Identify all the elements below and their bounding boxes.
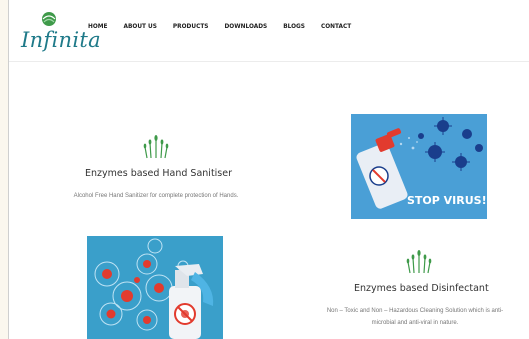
browser-viewport: Infinita HOME ABOUT US PRODUCTS DOWNLOAD… — [8, 0, 529, 339]
site-header: Infinita HOME ABOUT US PRODUCTS DOWNLOAD… — [9, 0, 529, 62]
product-title-disinfectant[interactable]: Enzymes based Disinfectant — [354, 283, 489, 294]
logo-globe-icon — [42, 12, 56, 26]
product-desc-disinfectant-line1: Non – Toxic and Non – Hazardous Cleaning… — [326, 308, 504, 314]
site-logo[interactable]: Infinita — [21, 10, 101, 56]
nav-blogs[interactable]: BLOGS — [283, 24, 305, 30]
nav-contact[interactable]: CONTACT — [321, 24, 351, 30]
main-nav: HOME ABOUT US PRODUCTS DOWNLOADS BLOGS C… — [88, 24, 367, 30]
disinfect-spray-image — [87, 236, 223, 339]
product-desc-disinfectant-line2: microbial and anti-viral in nature. — [371, 320, 459, 326]
product-title-sanitiser[interactable]: Enzymes based Hand Sanitiser — [85, 168, 232, 179]
nav-home[interactable]: HOME — [88, 24, 108, 30]
stop-virus-text: STOP VIRUS! — [407, 194, 487, 207]
stop-virus-image: STOP VIRUS! — [351, 114, 487, 219]
wheat-icon-disinfectant — [406, 250, 432, 274]
wheat-icon — [143, 135, 169, 159]
nav-downloads[interactable]: DOWNLOADS — [224, 24, 267, 30]
spray-illustration — [94, 238, 214, 339]
nav-about-us[interactable]: ABOUT US — [124, 24, 157, 30]
logo-text: Infinita — [21, 28, 101, 52]
nav-products[interactable]: PRODUCTS — [173, 24, 209, 30]
product-desc-sanitiser: Alcohol Free Hand Sanitizer for complete… — [73, 193, 239, 199]
